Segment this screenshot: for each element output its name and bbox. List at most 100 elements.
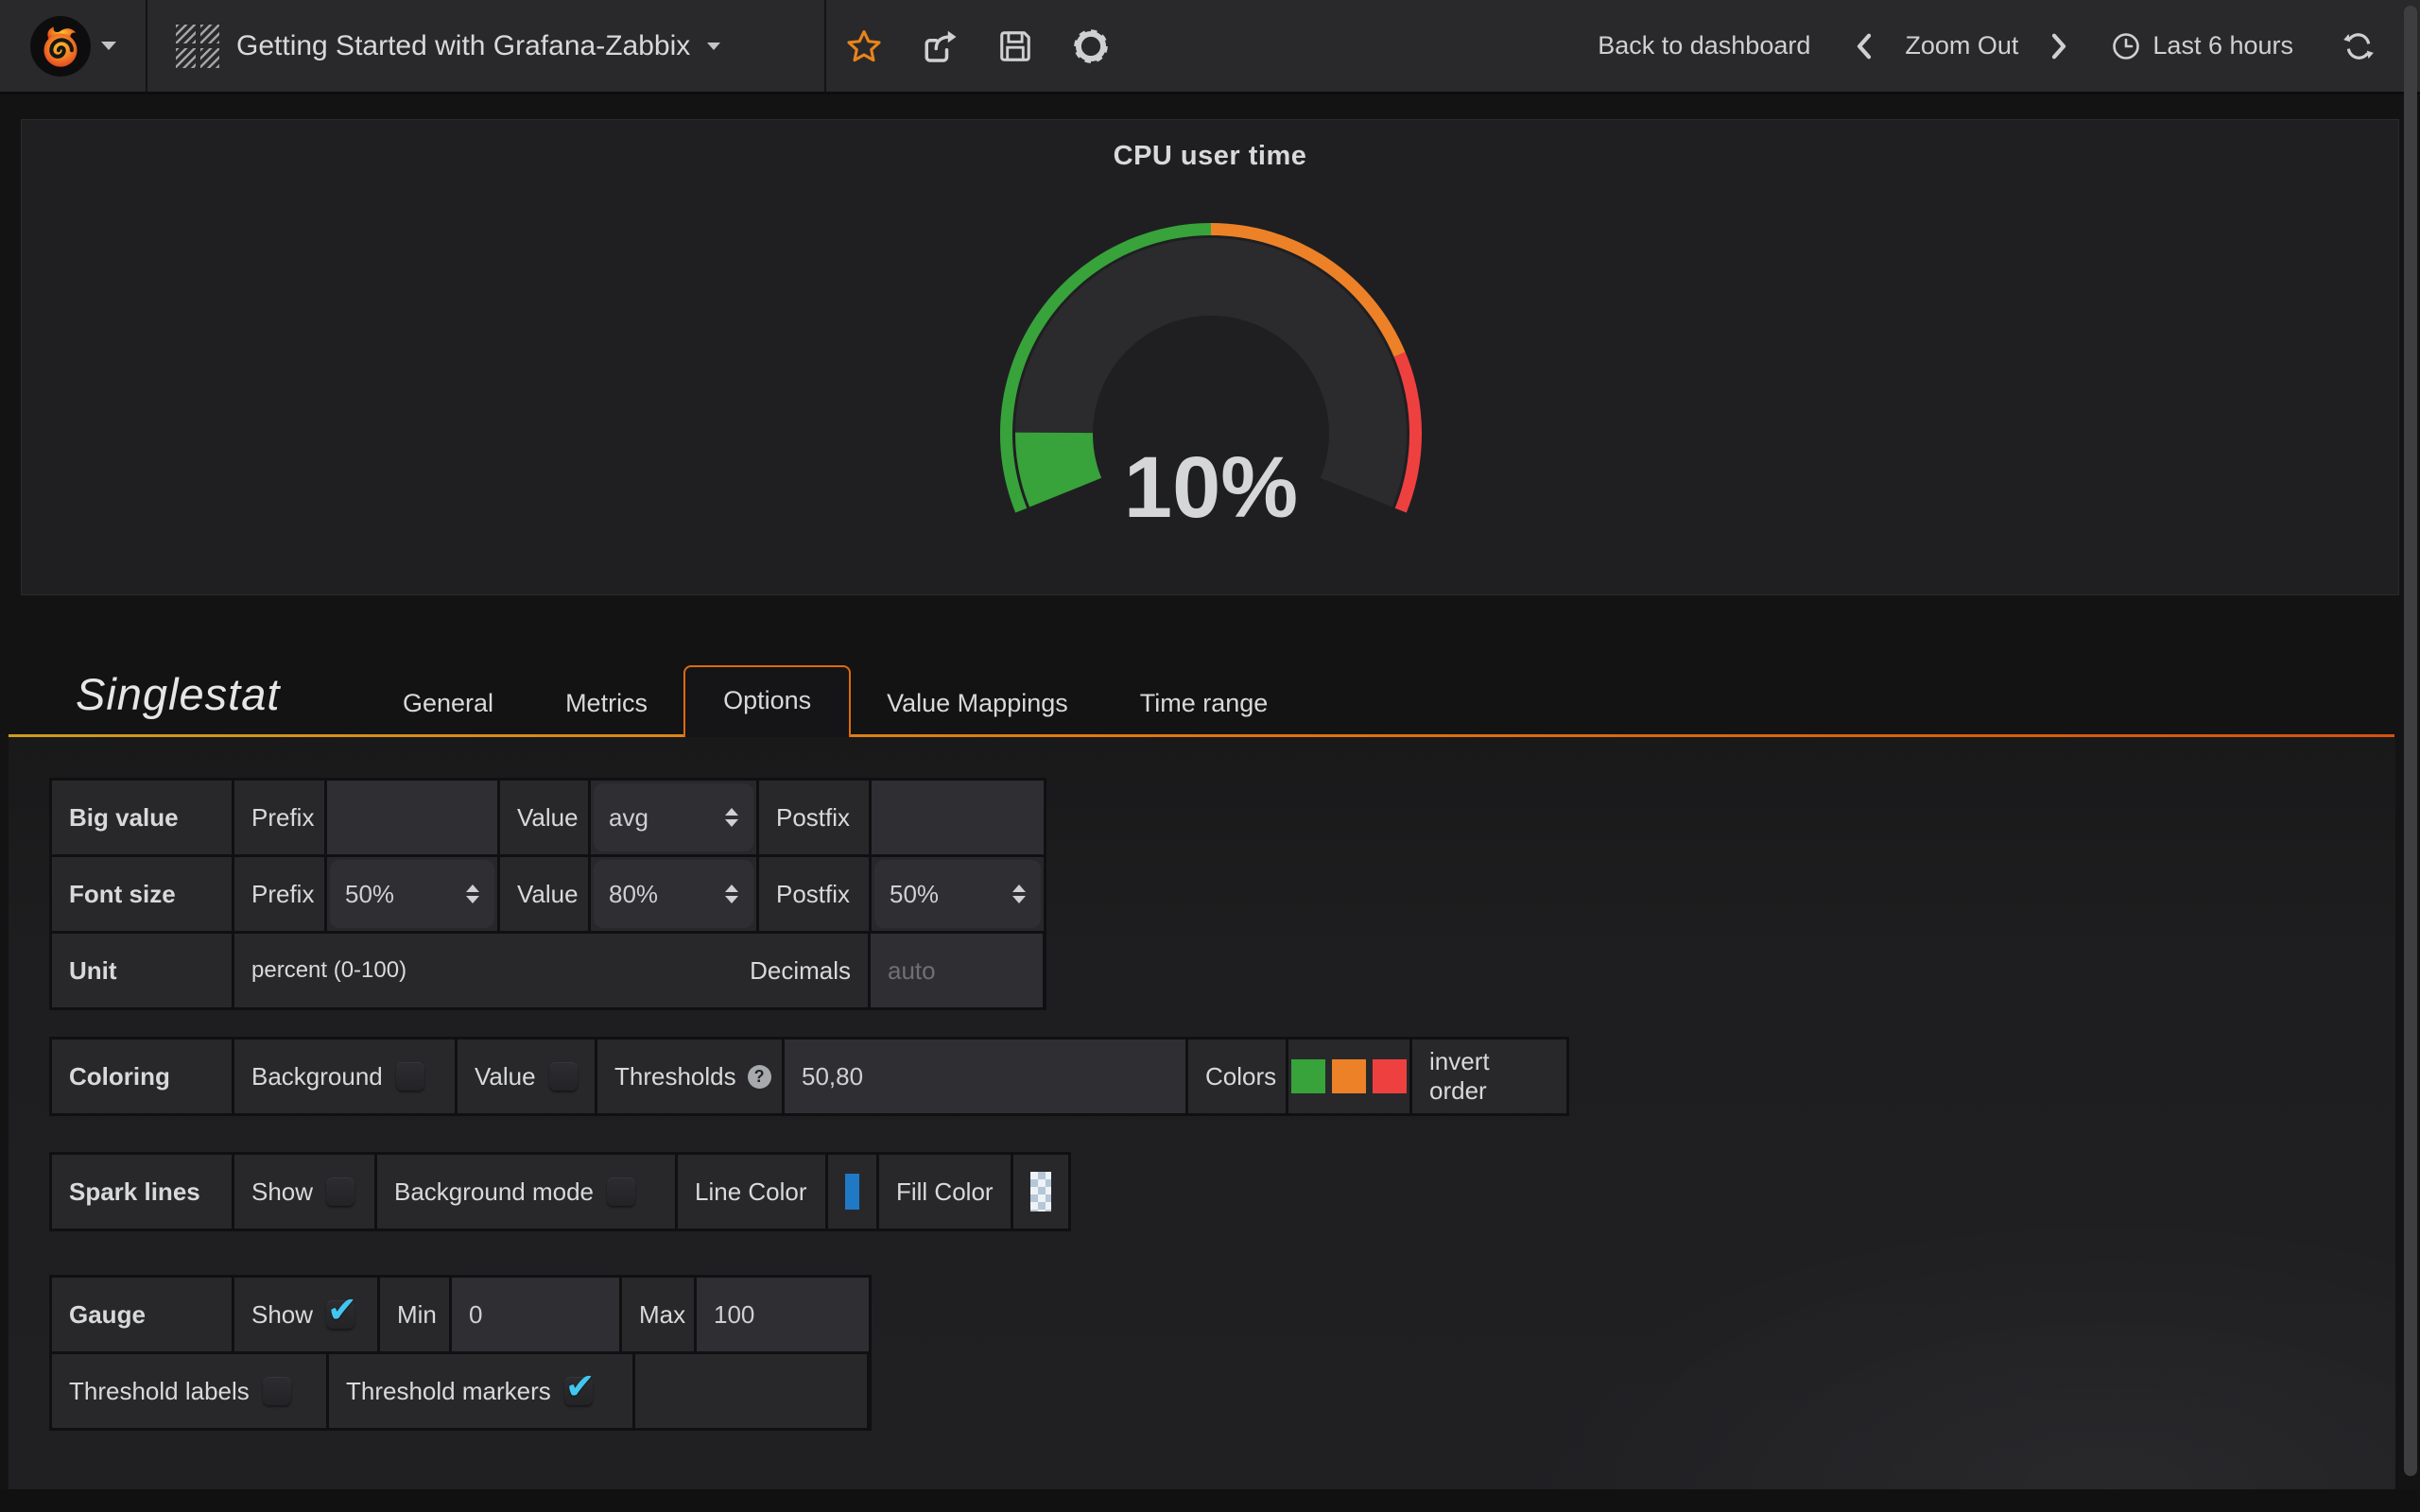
max-label: Max	[622, 1278, 694, 1351]
big-value-prefix-input[interactable]	[327, 781, 497, 854]
min-label: Min	[380, 1278, 449, 1351]
grafana-menu-button[interactable]	[0, 0, 147, 92]
postfix-fontsize-select[interactable]: 50%	[874, 860, 1041, 928]
line-color-swatch[interactable]	[845, 1174, 859, 1210]
value-fontsize-select[interactable]: 80%	[594, 860, 753, 928]
tab-metrics[interactable]: Metrics	[529, 670, 683, 737]
sparklines-table: Spark lines Show ✔ Background mode ✔ Lin…	[49, 1152, 1071, 1231]
empty-cell	[635, 1354, 867, 1428]
threshold-color-swatch-red[interactable]	[1373, 1059, 1407, 1093]
line-color-label: Line Color	[678, 1155, 825, 1228]
threshold-color-swatch-orange[interactable]	[1332, 1059, 1366, 1093]
checkmark-icon: ✔	[327, 1289, 357, 1332]
gauge-svg: 10%	[998, 218, 1424, 530]
value-color-checkbox[interactable]: ✔	[549, 1062, 578, 1091]
min-input[interactable]: 0	[452, 1278, 619, 1351]
dashboard-title-menu[interactable]: Getting Started with Grafana-Zabbix	[147, 0, 826, 92]
threshold-labels-label: Threshold labels	[69, 1377, 250, 1406]
share-button[interactable]	[902, 0, 977, 92]
threshold-markers-cell: Threshold markers ✔	[329, 1354, 632, 1428]
threshold-labels-cell: Threshold labels ✔	[52, 1354, 326, 1428]
decimals-input[interactable]: auto	[871, 934, 1043, 1007]
gauge-show-cell: Show ✔	[234, 1278, 377, 1351]
tab-value-mappings[interactable]: Value Mappings	[851, 670, 1104, 737]
tabbar-accent-line	[9, 734, 2394, 737]
threshold-color-swatch-green[interactable]	[1291, 1059, 1325, 1093]
postfix-fontsize-select-cell: 50%	[872, 857, 1044, 931]
stat-select-value: avg	[609, 803, 648, 833]
singlestat-panel[interactable]: CPU user time 10%	[21, 119, 2399, 595]
prefix-fontsize-value: 50%	[345, 880, 394, 909]
chevron-right-icon[interactable]	[2047, 32, 2071, 60]
font-size-label: Font size	[52, 857, 232, 931]
chevron-down-icon	[707, 43, 720, 50]
panel-title: CPU user time	[22, 141, 2398, 172]
dashboard-title: Getting Started with Grafana-Zabbix	[236, 30, 690, 62]
colors-label: Colors	[1188, 1040, 1286, 1113]
value-color-toggle-cell: Value ✔	[458, 1040, 595, 1113]
decimals-label: Decimals	[750, 956, 851, 986]
fill-color-swatch[interactable]	[1030, 1172, 1051, 1211]
value-fontsize-select-cell: 80%	[591, 857, 756, 931]
gauge-row: Gauge Show ✔ Min 0 Max 100	[52, 1278, 869, 1351]
unit-row: Unit percent (0-100) Decimals auto	[52, 934, 1044, 1007]
time-picker-button[interactable]: Last 6 hours	[2111, 31, 2293, 61]
show-label: Show	[251, 1300, 313, 1330]
big-value-label: Big value	[52, 781, 232, 854]
value-label: Value	[500, 781, 588, 854]
sparklines-row: Spark lines Show ✔ Background mode ✔ Lin…	[52, 1155, 1068, 1228]
star-button[interactable]	[826, 0, 902, 92]
invert-order-button[interactable]: invert order	[1412, 1040, 1566, 1113]
background-mode-cell: Background mode ✔	[377, 1155, 675, 1228]
back-to-dashboard-link[interactable]: Back to dashboard	[1598, 31, 1810, 60]
select-caret-icon	[725, 808, 738, 827]
select-caret-icon	[466, 885, 479, 903]
threshold-markers-checkbox[interactable]: ✔	[564, 1377, 593, 1405]
fill-color-cell	[1013, 1155, 1068, 1228]
gauge-options-table: Gauge Show ✔ Min 0 Max 100 Threshold lab…	[49, 1275, 872, 1431]
unit-label: Unit	[52, 934, 232, 1007]
postfix-label: Postfix	[759, 781, 869, 854]
threshold-options-row: Threshold labels ✔ Threshold markers ✔	[52, 1354, 869, 1428]
tab-options[interactable]: Options	[683, 665, 851, 737]
tab-time-range[interactable]: Time range	[1104, 670, 1305, 737]
prefix-fontsize-select[interactable]: 50%	[330, 860, 494, 928]
unit-value-cell: percent (0-100) Decimals	[234, 934, 868, 1007]
gauge-value-text: 10%	[1124, 439, 1298, 530]
save-button[interactable]	[977, 0, 1053, 92]
unit-picker[interactable]: percent (0-100)	[251, 957, 406, 984]
big-value-stat-select-cell: avg	[591, 781, 756, 854]
page-bottom-strip	[0, 1489, 2420, 1512]
gear-icon	[1073, 28, 1109, 64]
zoom-out-button[interactable]: Zoom Out	[1905, 31, 2018, 60]
sparkline-show-checkbox[interactable]: ✔	[326, 1177, 354, 1206]
threshold-labels-checkbox[interactable]: ✔	[263, 1377, 291, 1405]
big-value-row: Big value Prefix Value avg Postfix	[52, 781, 1044, 854]
vertical-scrollbar[interactable]	[2404, 6, 2417, 1476]
help-icon[interactable]: ?	[748, 1065, 771, 1089]
fill-color-label: Fill Color	[879, 1155, 1011, 1228]
panel-editor-header: Singlestat General Metrics Options Value…	[0, 624, 2420, 737]
thresholds-input[interactable]: 50,80	[785, 1040, 1185, 1113]
chevron-left-icon[interactable]	[1852, 32, 1876, 60]
background-checkbox[interactable]: ✔	[396, 1062, 424, 1091]
save-icon	[997, 28, 1033, 64]
postfix-fontsize-value: 50%	[890, 880, 939, 909]
sparklines-label: Spark lines	[52, 1155, 232, 1228]
big-value-postfix-input[interactable]	[872, 781, 1044, 854]
settings-button[interactable]	[1053, 0, 1129, 92]
stat-select[interactable]: avg	[594, 783, 753, 851]
gauge-label: Gauge	[52, 1278, 232, 1351]
star-icon	[846, 28, 882, 64]
thresholds-label-cell: Thresholds ?	[597, 1040, 782, 1113]
tab-general[interactable]: General	[367, 670, 529, 737]
threshold-markers-label: Threshold markers	[346, 1377, 551, 1406]
gauge-show-checkbox[interactable]: ✔	[326, 1300, 354, 1329]
line-color-cell	[828, 1155, 876, 1228]
background-mode-checkbox[interactable]: ✔	[607, 1177, 635, 1206]
refresh-icon[interactable]	[2342, 30, 2375, 62]
select-caret-icon	[1012, 885, 1026, 903]
editor-title: Singlestat	[76, 668, 280, 720]
max-input[interactable]: 100	[697, 1278, 869, 1351]
top-navbar: Getting Started with Grafana-Zabbix Back…	[0, 0, 2420, 94]
